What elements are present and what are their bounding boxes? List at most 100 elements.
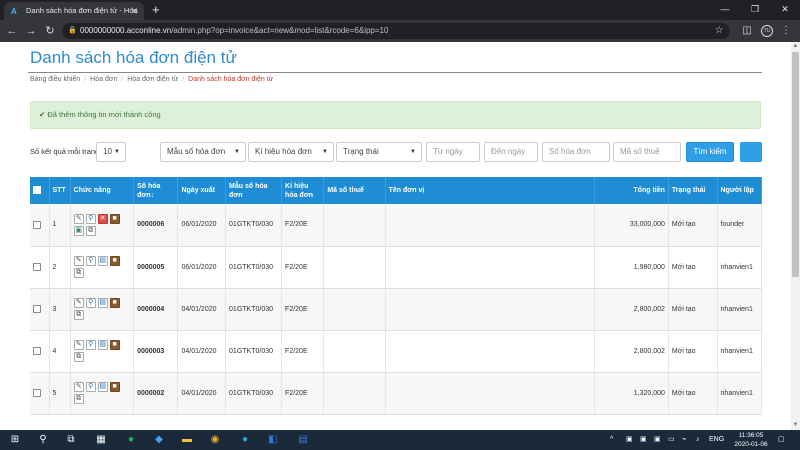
tray-app-icon[interactable]: ▣ <box>626 433 633 447</box>
row-actions: ✎ ⚲ ▤ ■ ⧉ <box>70 246 135 289</box>
forward-button[interactable]: → <box>23 23 39 39</box>
preview-icon[interactable]: ▤ <box>97 340 108 350</box>
spotify-icon[interactable]: ● <box>124 433 138 447</box>
search-button[interactable]: Tìm kiếm <box>686 142 734 162</box>
edit-icon[interactable]: ✎ <box>73 298 84 308</box>
notification-icon[interactable]: ▢ <box>778 433 785 447</box>
preview-icon[interactable]: ▤ <box>97 382 108 392</box>
extension-icon[interactable]: ◫ <box>740 23 754 39</box>
preview-icon[interactable]: ▤ <box>97 256 108 266</box>
row-unit-name <box>385 204 595 247</box>
print-icon[interactable]: ■ <box>109 298 120 308</box>
row-creator: nhanvien1 <box>717 288 763 331</box>
print-icon[interactable]: ■ <box>109 382 120 392</box>
edit-icon[interactable]: ✎ <box>73 256 84 266</box>
breadcrumb-item-dashboard[interactable]: Bảng điều khiển <box>30 76 80 83</box>
column-header-status: Trạng thái <box>668 177 718 204</box>
word-icon[interactable]: ▤ <box>296 433 310 447</box>
tab-close-icon[interactable]: ✕ <box>130 2 138 20</box>
copy-icon[interactable]: ⧉ <box>73 352 84 362</box>
symbol-select[interactable]: Kí hiệu hóa đơn ▼ <box>248 142 334 162</box>
page-scrollbar[interactable]: ▲ ▼ <box>791 42 800 430</box>
image-icon[interactable]: ▣ <box>73 225 84 236</box>
row-checkbox[interactable] <box>30 372 50 415</box>
edit-icon[interactable]: ✎ <box>73 382 84 392</box>
scroll-up-icon[interactable]: ▲ <box>791 42 800 51</box>
reload-button[interactable]: ↻ <box>42 23 58 39</box>
row-stt: 2 <box>49 246 71 289</box>
row-checkbox[interactable] <box>30 204 50 247</box>
language-indicator[interactable]: ENG <box>709 433 724 447</box>
menu-icon[interactable]: ⋮ <box>780 23 792 39</box>
browser-tab-bar: A Danh sách hóa đơn điện tử - Hóa ✕ + — … <box>0 0 800 20</box>
row-status: Mới tạo <box>668 288 718 331</box>
bookmark-star-icon[interactable]: ☆ <box>712 23 726 39</box>
row-checkbox[interactable] <box>30 330 50 373</box>
tray-app-icon-3[interactable]: ▣ <box>654 433 661 447</box>
system-clock[interactable]: 11:36:05 2020-01-06 <box>728 431 774 449</box>
delete-icon[interactable]: ✕ <box>97 213 108 224</box>
volume-icon[interactable]: ♪ <box>696 433 700 447</box>
per-page-select[interactable]: 10 ▼ <box>96 142 126 162</box>
view-icon[interactable]: ⚲ <box>85 340 96 350</box>
row-template: 01GTKT0/030 <box>225 204 283 247</box>
scroll-down-icon[interactable]: ▼ <box>791 421 800 430</box>
copy-icon[interactable]: ⧉ <box>73 394 84 404</box>
scrollbar-thumb[interactable] <box>792 52 799 277</box>
print-icon[interactable]: ■ <box>109 256 120 266</box>
task-view-icon[interactable]: ⧉ <box>64 433 78 447</box>
view-icon[interactable]: ⚲ <box>85 382 96 392</box>
breadcrumb-item-e-invoice[interactable]: Hóa đơn điện tử <box>127 76 178 83</box>
close-window-button[interactable]: ✕ <box>770 0 800 20</box>
tray-chevron-up-icon[interactable]: ^ <box>610 433 613 447</box>
print-icon[interactable]: ■ <box>109 340 120 350</box>
tray-app-icon-2[interactable]: ▣ <box>640 433 647 447</box>
minimize-button[interactable]: — <box>710 0 740 20</box>
profile-avatar[interactable]: TU <box>761 25 773 37</box>
search-icon[interactable]: ⚲ <box>36 433 50 447</box>
skype-icon[interactable]: ● <box>238 433 252 447</box>
row-tax-code <box>323 330 386 373</box>
view-icon[interactable]: ⚲ <box>85 298 96 308</box>
back-button[interactable]: ← <box>4 23 20 39</box>
browser-tab[interactable]: A Danh sách hóa đơn điện tử - Hóa ✕ <box>4 2 144 20</box>
chrome-icon[interactable]: ◉ <box>208 433 222 447</box>
extra-action-button[interactable] <box>740 142 762 162</box>
invoice-number-input[interactable]: Số hóa đơn <box>542 142 610 162</box>
view-icon[interactable]: ⚲ <box>85 256 96 266</box>
tax-code-input[interactable]: Mã số thuế <box>613 142 681 162</box>
file-explorer-icon[interactable]: ▬ <box>180 433 194 447</box>
edit-icon[interactable]: ✎ <box>73 213 84 224</box>
select-all-checkbox[interactable] <box>30 177 50 204</box>
outlook-icon[interactable]: ◧ <box>266 433 280 447</box>
row-status: Mới tạo <box>668 246 718 289</box>
column-header-actions: Chức năng <box>70 177 135 204</box>
windows-start-icon[interactable]: ⊞ <box>8 433 22 447</box>
row-unit-name <box>385 246 595 289</box>
copy-icon[interactable]: ⧉ <box>85 225 96 236</box>
row-template: 01GTKT0/030 <box>225 246 283 289</box>
battery-icon[interactable]: ▭ <box>668 433 675 447</box>
copy-icon[interactable]: ⧉ <box>73 310 84 320</box>
to-date-input[interactable]: Đến ngày <box>484 142 538 162</box>
row-checkbox[interactable] <box>30 288 50 331</box>
column-header-tax-code: Mã số thuế <box>323 177 386 204</box>
url-input[interactable]: 🔒 0000000000.acconline.vn/admin.php?op=i… <box>62 23 730 39</box>
print-icon[interactable]: ■ <box>109 213 120 224</box>
breadcrumb-item-invoice[interactable]: Hóa đơn <box>90 76 117 83</box>
copy-icon[interactable]: ⧉ <box>73 268 84 278</box>
template-select[interactable]: Mẫu số hóa đơn ▼ <box>160 142 246 162</box>
maximize-button[interactable]: ❐ <box>740 0 770 20</box>
row-checkbox[interactable] <box>30 246 50 289</box>
column-header-invoice-no[interactable]: Số hóa đơn↓ <box>133 177 179 204</box>
status-select[interactable]: Trạng thái ▼ <box>336 142 422 162</box>
edit-icon[interactable]: ✎ <box>73 340 84 350</box>
preview-icon[interactable]: ▤ <box>97 298 108 308</box>
calculator-icon[interactable]: ▦ <box>94 433 108 447</box>
view-icon[interactable]: ⚲ <box>85 213 96 224</box>
from-date-input[interactable]: Từ ngày <box>426 142 480 162</box>
new-tab-button[interactable]: + <box>152 2 160 18</box>
vscode-icon[interactable]: ◆ <box>152 433 166 447</box>
row-creator: nhanvien1 <box>717 372 763 415</box>
network-icon[interactable]: ⌁ <box>682 433 686 447</box>
